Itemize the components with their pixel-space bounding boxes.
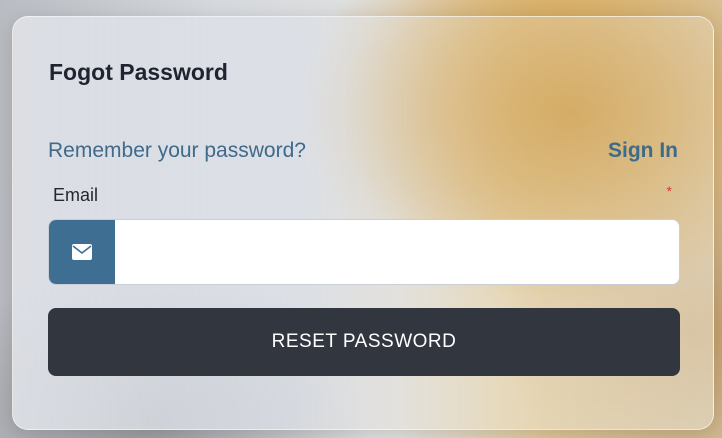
page-title: Fogot Password — [49, 59, 228, 85]
remember-password-text: Remember your password? — [48, 139, 306, 162]
email-input-group — [48, 219, 680, 285]
sign-in-link[interactable]: Sign In — [608, 139, 678, 163]
email-input[interactable] — [115, 220, 679, 284]
envelope-icon — [72, 244, 92, 260]
forgot-password-card: Fogot Password Remember your password? S… — [12, 16, 714, 430]
email-label: Email — [53, 185, 99, 205]
required-marker: * — [666, 183, 672, 199]
email-addon — [49, 220, 115, 284]
reset-password-button[interactable]: RESET PASSWORD — [48, 308, 680, 376]
